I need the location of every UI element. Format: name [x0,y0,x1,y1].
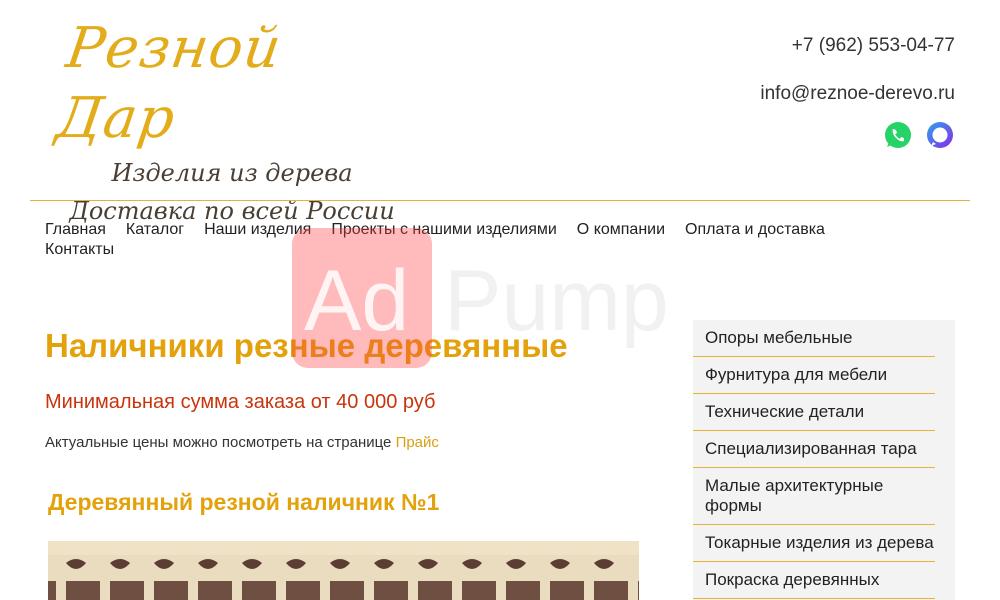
prices-note: Актуальные цены можно посмотреть на стра… [45,433,665,453]
nav-item-projects[interactable]: Проекты с нашими изделиями [331,221,556,238]
logo-title: Резной Дар [52,16,286,151]
sidebar-item-small-architecture[interactable]: Малые архитектурные формы [693,468,935,525]
phone-link[interactable]: +7 (962) 553-04-77 [760,34,955,58]
main-content: Наличники резные деревянные Минимальная … [45,320,665,517]
product-photo[interactable] [48,541,639,600]
nav-item-home[interactable]: Главная [45,221,106,238]
logo-tagline-1: Изделия из дерева [111,159,353,187]
sidebar-item-special-containers[interactable]: Специализированная тара [693,431,935,468]
email-link[interactable]: info@reznoe-derevo.ru [760,82,955,106]
social-links [760,120,955,150]
nav-item-contacts[interactable]: Контакты [45,241,114,258]
prices-text: Актуальные цены можно посмотреть на стра… [45,434,392,451]
sidebar-item-technical-parts[interactable]: Технические детали [693,394,935,431]
messenger-icon[interactable] [925,120,955,150]
catalog-sidebar: Опоры мебельные Фурнитура для мебели Тех… [693,320,955,600]
main-nav: Главная Каталог Наши изделия Проекты с наши… [45,220,945,260]
page-title: Наличники резные деревянные [45,327,568,364]
nav-item-catalog[interactable]: Каталог [126,221,184,238]
prices-link[interactable]: Прайс [396,434,439,451]
logo[interactable]: Резной Дар Изделия из дерева Доставка по… [53,14,402,230]
header-contacts: +7 (962) 553-04-77 info@reznoe-derevo.ru [760,34,955,150]
header-divider [30,200,970,201]
nav-item-payment-delivery[interactable]: Оплата и доставка [685,221,825,238]
sidebar-item-turned-products[interactable]: Токарные изделия из дерева [693,525,935,562]
section-title: Деревянный резной наличник №1 [48,489,440,515]
whatsapp-icon[interactable] [883,120,913,150]
min-order-note: Минимальная сумма заказа от 40 000 руб [45,391,436,413]
nav-item-about[interactable]: О компании [577,221,665,238]
sidebar-item-wood-painting[interactable]: Покраска деревянных [693,562,935,599]
sidebar-item-furniture-fittings[interactable]: Фурнитура для мебели [693,357,935,394]
sidebar-item-furniture-legs[interactable]: Опоры мебельные [693,320,935,357]
nav-item-products[interactable]: Наши изделия [204,221,311,238]
